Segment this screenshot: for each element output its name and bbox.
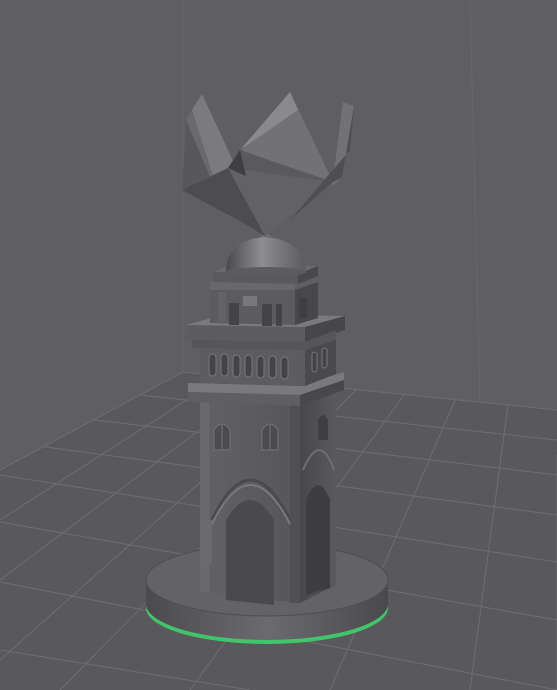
window-side <box>318 415 328 440</box>
scene-canvas[interactable] <box>0 0 557 690</box>
lower-tower <box>200 390 336 605</box>
front-arch <box>226 500 274 605</box>
3d-viewport[interactable] <box>0 0 557 690</box>
